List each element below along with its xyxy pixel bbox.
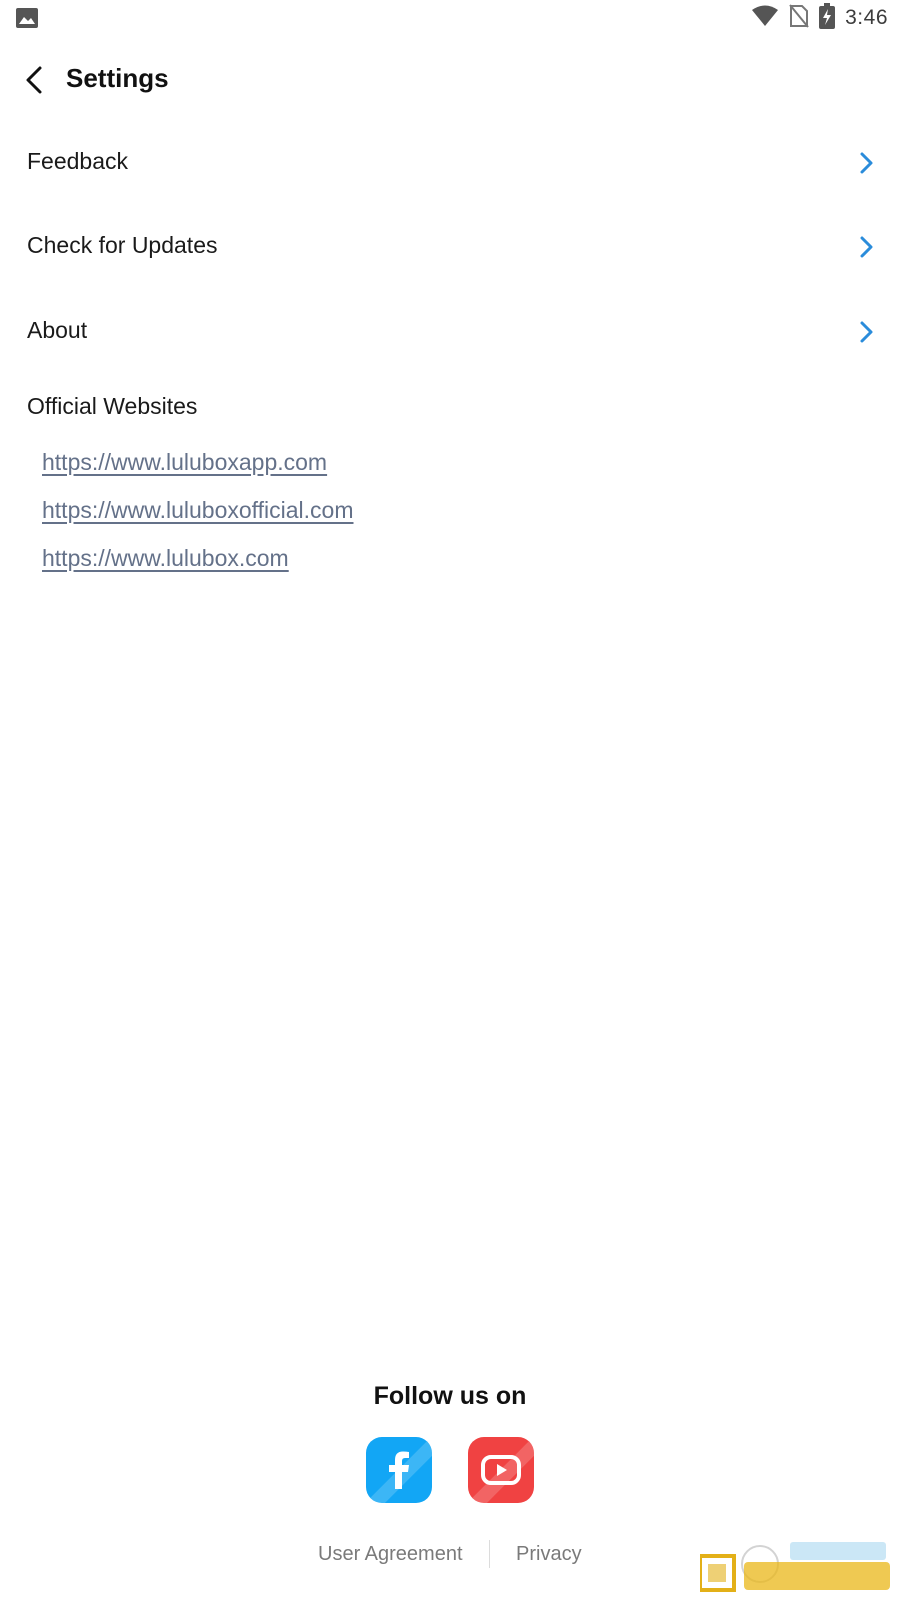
website-link-luluboxofficial[interactable]: https://www.luluboxofficial.com xyxy=(42,497,354,524)
official-websites-title: Official Websites xyxy=(27,393,198,419)
no-sim-icon xyxy=(789,3,809,33)
app-bar: Settings xyxy=(0,50,900,110)
website-link-lulubox[interactable]: https://www.lulubox.com xyxy=(42,545,289,572)
menu-item-label: Feedback xyxy=(27,148,129,174)
back-arrow-icon xyxy=(26,66,42,94)
follow-us-title: Follow us on xyxy=(373,1382,527,1410)
chevron-right-icon xyxy=(860,152,873,174)
menu-item-about[interactable]: About xyxy=(0,290,900,374)
watermark-logo xyxy=(698,1536,896,1596)
facebook-icon xyxy=(389,1451,409,1489)
chevron-right-icon xyxy=(860,321,873,343)
page-title: Settings xyxy=(66,63,169,93)
menu-item-label: Check for Updates xyxy=(27,232,218,258)
back-button[interactable] xyxy=(14,60,54,100)
website-link-luluboxapp[interactable]: https://www.luluboxapp.com xyxy=(42,449,327,476)
wifi-icon xyxy=(751,5,779,32)
facebook-button[interactable] xyxy=(366,1437,432,1503)
youtube-icon xyxy=(481,1455,521,1485)
battery-charging-icon xyxy=(819,2,836,34)
menu-item-feedback[interactable]: Feedback xyxy=(0,121,900,205)
status-time: 3:46 xyxy=(845,6,888,29)
user-agreement-link[interactable]: User Agreement xyxy=(318,1543,463,1566)
youtube-button[interactable] xyxy=(468,1437,534,1503)
chevron-right-icon xyxy=(860,236,873,258)
gallery-icon xyxy=(16,8,38,33)
footer-divider xyxy=(489,1540,490,1568)
menu-item-label: About xyxy=(27,317,88,343)
menu-item-check-for-updates[interactable]: Check for Updates xyxy=(0,205,900,289)
status-bar: 3:46 xyxy=(0,0,900,36)
privacy-link[interactable]: Privacy xyxy=(516,1543,582,1566)
